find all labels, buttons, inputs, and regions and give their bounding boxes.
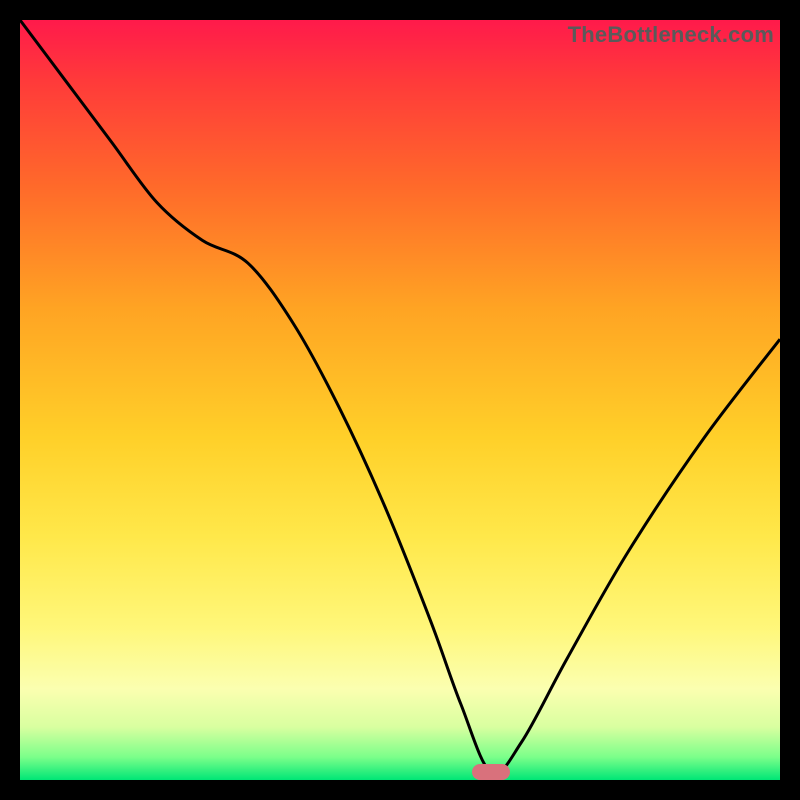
bottleneck-curve [20,20,780,780]
plot-area: TheBottleneck.com [20,20,780,780]
optimal-point-marker [472,764,510,780]
chart-frame: TheBottleneck.com [0,0,800,800]
